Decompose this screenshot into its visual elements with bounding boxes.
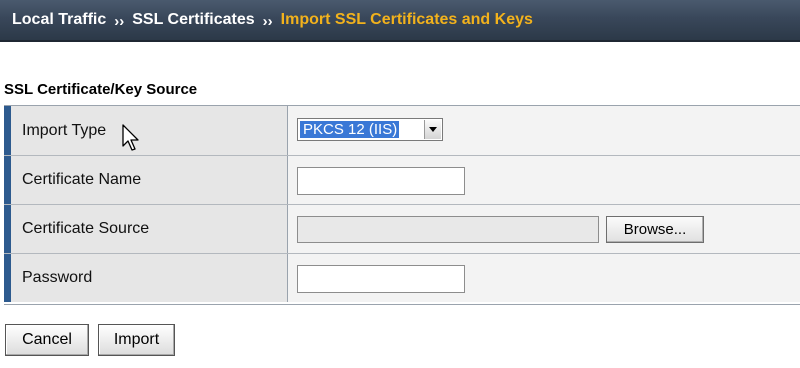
- mouse-pointer-icon: [122, 124, 139, 151]
- breadcrumb-current-page: Import SSL Certificates and Keys: [280, 11, 533, 28]
- import-button[interactable]: Import: [98, 324, 175, 356]
- section-title: SSL Certificate/Key Source: [4, 81, 198, 98]
- value-cell: PKCS 12 (IIS): [288, 106, 800, 155]
- import-type-selected-value: PKCS 12 (IIS): [300, 121, 400, 138]
- breadcrumb-separator: ››: [262, 12, 273, 30]
- label-cell: Import Type: [4, 106, 288, 155]
- certificate-name-input[interactable]: [297, 167, 465, 195]
- value-cell: [288, 156, 800, 204]
- row-password: Password: [4, 253, 800, 302]
- label-cell: Certificate Name: [4, 156, 288, 204]
- breadcrumb-local-traffic[interactable]: Local Traffic: [12, 11, 106, 29]
- browse-button[interactable]: Browse...: [606, 216, 704, 243]
- import-type-label: Import Type: [22, 121, 107, 139]
- password-input[interactable]: [297, 265, 465, 293]
- row-certificate-source: Certificate Source Browse...: [4, 204, 800, 253]
- label-cell: Certificate Source: [4, 205, 288, 253]
- breadcrumb-ssl-certificates[interactable]: SSL Certificates: [132, 11, 254, 29]
- row-certificate-name: Certificate Name: [4, 155, 800, 204]
- value-cell: Browse...: [288, 205, 800, 253]
- value-cell: [288, 254, 800, 302]
- password-label: Password: [22, 269, 93, 286]
- label-cell: Password: [4, 254, 288, 302]
- chevron-down-icon[interactable]: [424, 120, 441, 139]
- breadcrumb-separator: ››: [114, 12, 125, 30]
- import-type-select[interactable]: PKCS 12 (IIS): [297, 118, 443, 141]
- certificate-source-file-field[interactable]: [297, 216, 599, 243]
- certificate-name-label: Certificate Name: [22, 171, 142, 188]
- certificate-source-label: Certificate Source: [22, 220, 150, 237]
- cancel-button[interactable]: Cancel: [5, 324, 89, 356]
- breadcrumb: Local Traffic ›› SSL Certificates ›› Imp…: [0, 0, 800, 42]
